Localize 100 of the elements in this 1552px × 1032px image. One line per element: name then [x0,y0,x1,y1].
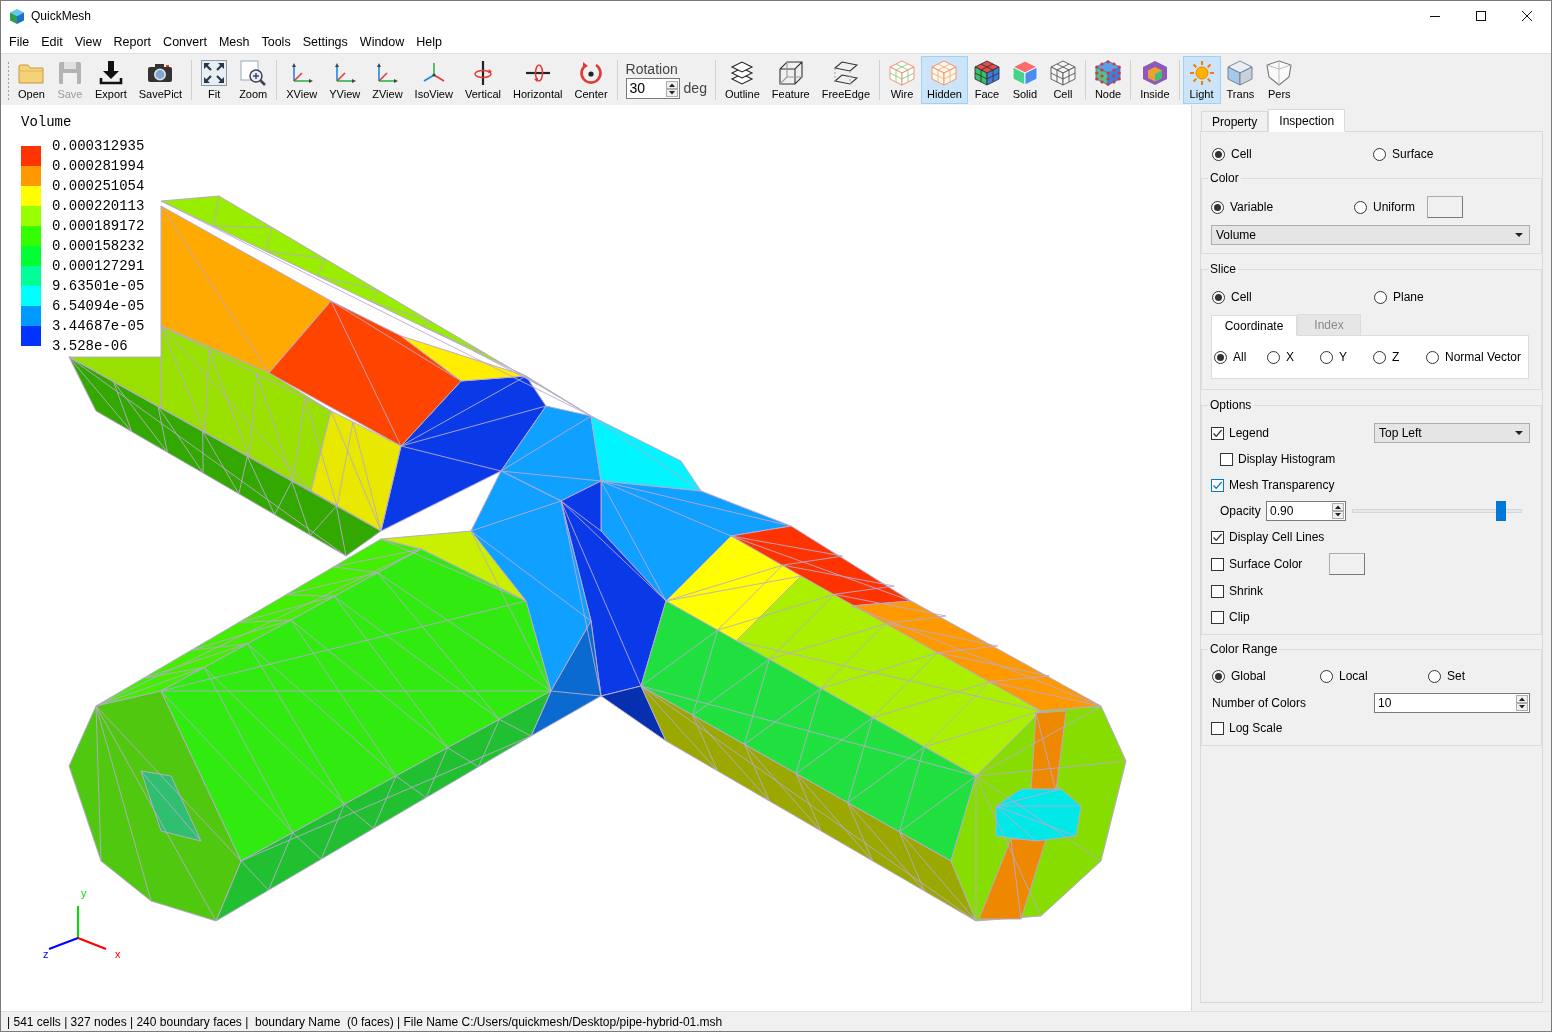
circular-arrow-icon [578,59,605,86]
menu-item[interactable]: Edit [35,31,69,53]
caret-down-icon [1515,431,1523,435]
unit-label: deg [683,79,707,98]
radio-option[interactable]: Z [1373,347,1426,367]
toolbar-button[interactable]: Outline [718,55,766,104]
toolbar-button[interactable]: Face [967,55,1006,104]
toolbar-button[interactable]: ZView [366,55,409,104]
menu-item[interactable]: Convert [157,31,213,53]
slice-tab[interactable]: Coordinate [1211,315,1297,336]
radio-option[interactable]: X [1267,347,1320,367]
toolbar-button[interactable]: YView [323,55,367,104]
toolbar-button[interactable]: Center [568,55,614,104]
maximize-icon[interactable] [1476,11,1486,21]
radio-option[interactable]: Cell [1212,287,1374,307]
legend-value: 9.63501e-05 [52,277,145,296]
radio-option[interactable]: Variable [1211,197,1354,217]
legend-value: 6.54094e-05 [52,297,145,316]
spin-box[interactable]: 10 [1374,693,1530,713]
legend-value: 0.000220113 [52,197,145,216]
checkbox-option[interactable]: Clip [1211,607,1250,627]
menu-item[interactable]: Help [410,31,448,53]
legend-value: 0.000158232 [52,237,145,256]
panel-tab[interactable]: Inspection [1268,109,1346,132]
checkbox-option[interactable]: Mesh Transparency [1211,475,1335,495]
toolbar-button[interactable]: Light [1182,55,1221,104]
checkbox-option[interactable]: Surface Color [1211,554,1329,574]
radio-option[interactable]: Local [1320,666,1428,686]
toolbar-button[interactable]: FreeEdge [815,55,877,104]
menu-item[interactable]: Settings [296,31,354,53]
axis-label: y [81,887,87,899]
shield-icon [1266,59,1293,86]
toolbar-button[interactable]: Pers [1260,55,1299,104]
toolbar-button[interactable]: Zoom [233,55,274,104]
toolbar-button[interactable]: Solid [1005,55,1044,104]
toolbar-button[interactable]: Fit [195,55,234,104]
legend-value: 0.000251054 [52,177,145,196]
checkbox-option[interactable]: Display Histogram [1220,449,1336,469]
axis-label: z [43,948,49,960]
panel-tab[interactable]: Property [1201,111,1269,131]
radio-option[interactable]: Global [1212,666,1320,686]
legend-value: 0.000312935 [52,137,145,156]
spin-box[interactable]: 30 [625,78,680,99]
sun-icon [1188,59,1215,86]
checkbox-option[interactable]: Shrink [1211,581,1263,601]
radio-option[interactable]: Y [1320,347,1373,367]
opacity-slider[interactable] [1352,501,1522,521]
toolbar-button[interactable]: Trans [1220,55,1261,104]
color-picker-button[interactable] [1427,196,1463,218]
menu-item[interactable]: File [3,31,36,53]
radio-option[interactable]: Cell [1212,144,1373,164]
radio-option[interactable]: All [1214,347,1267,367]
toolbar-button[interactable]: Export [88,55,133,104]
minimize-icon[interactable] [1430,15,1440,17]
dropdown[interactable]: Volume [1211,225,1530,245]
group-title: Color Range [1208,641,1280,657]
radio-option[interactable]: Plane [1374,287,1424,307]
group-title: Options [1208,397,1254,413]
toolbar-button[interactable]: SavePict [132,55,189,104]
menu-item[interactable]: View [68,31,108,53]
menu-item[interactable]: Mesh [212,31,256,53]
legend-value: 0.000281994 [52,157,145,176]
axis-label: x [115,948,121,960]
menu-item[interactable]: Window [353,31,411,53]
toolbar-button[interactable]: Open [12,55,51,104]
number-of-colors-label: Number of Colors [1212,695,1308,712]
slider-thumb[interactable] [1496,501,1506,521]
radio-option[interactable]: Surface [1373,144,1434,164]
grip-handle-icon[interactable] [7,59,10,100]
toolbar-button[interactable]: Wire [883,55,922,104]
dropdown[interactable]: Top Left [1374,423,1530,443]
checkbox-option[interactable]: Display Cell Lines [1211,527,1325,547]
toolbar-button[interactable]: Feature [765,55,816,104]
toolbar-button[interactable]: Inside [1134,55,1176,104]
color-picker-button[interactable] [1329,553,1365,575]
radio-option[interactable]: Set [1428,666,1465,686]
toolbar-button[interactable]: Vertical [458,55,507,104]
spin-box[interactable]: 0.90 [1266,501,1346,521]
checkbox-option[interactable]: Legend [1211,423,1374,443]
caret-down-icon [1515,233,1523,237]
menu-item[interactable]: Tools [255,31,297,53]
radio-option[interactable]: Uniform [1354,197,1427,217]
spin-arrows-icon [1516,695,1528,711]
checkbox-option[interactable]: Log Scale [1211,718,1283,738]
status-text: | 541 cells | 327 nodes | 240 boundary faces | boundary Name (0 faces) | File Name C:/Users/quickmesh/Desktop/pipe-hybrid-01.msh [7,1013,723,1031]
viewport-canvas[interactable]: Volume 0.000312935 0.000281994 0.000251054 0.000220113 0.000189172 0.000158232 0.000127291 9.63501e-05 6.54094e-05 3.44687e-05 3.528e-06 y z x [1,105,1192,1011]
toolbar-button[interactable]: XView [280,55,324,104]
radio-option[interactable]: Normal Vector [1426,347,1522,367]
toolbar-button[interactable]: IsoView [408,55,459,104]
grid-cube-icon [889,59,916,86]
toolbar-button[interactable]: Cell [1043,55,1082,104]
wire-cube-icon [777,59,804,86]
zoom-in-icon [240,59,267,86]
toolbar-button[interactable]: Horizontal [507,55,569,104]
toolbar-button[interactable]: Node [1088,55,1128,104]
wire-grid-cube-icon [1049,59,1076,86]
menu-item[interactable]: Report [107,31,158,53]
legend-title: Volume [21,113,72,131]
close-icon[interactable] [1522,11,1532,21]
toolbar-button[interactable]: Hidden [921,55,968,104]
